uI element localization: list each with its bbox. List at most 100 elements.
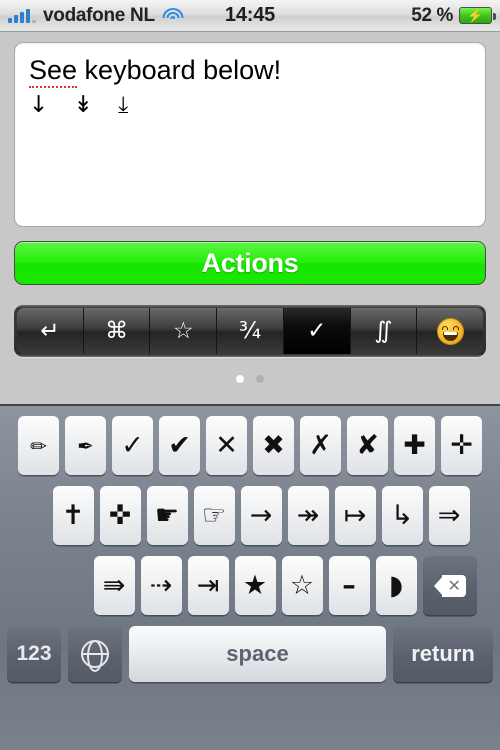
rightwards-arrow-icon: → [249, 500, 273, 531]
white-right-pointing-index-icon: ☞ [201, 500, 227, 531]
heavy-open-centre-cross-icon: ✜ [108, 500, 132, 531]
space-key-label: space [226, 641, 289, 666]
rightwards-arrow-to-bar-icon: ⇥ [196, 570, 220, 601]
globe-icon [81, 640, 109, 668]
return-key-label: return [411, 641, 475, 666]
white-right-pointing-index-key[interactable]: ☞ [193, 486, 235, 545]
status-bar-left: vodafone NL [8, 5, 184, 27]
command-symbol: ⌘ [105, 317, 129, 344]
battery-charging-icon: ⚡ [459, 7, 496, 24]
downwards-arrow-tip-rightwards-key[interactable]: ↳ [381, 486, 423, 545]
symbol-segmented-control: ↵ ⌘ ☆ ¾ ✓ ∬ [14, 305, 486, 357]
text-line-2-symbols: ↓ ↡ ⤓ [29, 92, 138, 119]
delete-backspace-icon: ✕ [433, 574, 466, 597]
check-mark-icon: ✓ [121, 430, 144, 461]
open-centre-cross-icon: ✛ [450, 430, 473, 461]
actions-button-label: Actions [201, 247, 299, 278]
status-bar-right: 52 % ⚡ [411, 4, 496, 27]
rightwards-triple-arrow-icon: ⇛ [102, 570, 126, 601]
segment-star-outline[interactable]: ☆ [150, 308, 218, 354]
pencil-key[interactable]: ✏ [18, 416, 59, 475]
battery-percentage: 52 % [411, 4, 453, 26]
pen-nib-key[interactable]: ✒ [65, 416, 106, 475]
rightwards-arrow-to-bar-key[interactable]: ⇥ [187, 556, 229, 615]
rightwards-double-arrow-key[interactable]: ⇒ [428, 486, 470, 545]
segment-emoji[interactable] [417, 308, 484, 354]
status-bar: vodafone NL 14:45 52 % ⚡ [0, 0, 500, 32]
pencil-icon: ✏ [30, 433, 47, 458]
black-star-key[interactable]: ★ [234, 556, 276, 615]
heavy-open-centre-cross-key[interactable]: ✜ [99, 486, 141, 545]
black-right-pointing-index-key[interactable]: ☛ [146, 486, 188, 545]
segment-command[interactable]: ⌘ [83, 308, 151, 354]
actions-button[interactable]: Actions [14, 241, 486, 285]
rightwards-triple-arrow-key[interactable]: ⇛ [93, 556, 135, 615]
text-input-area[interactable]: See keyboard below! ↓ ↡ ⤓ [14, 42, 486, 227]
numeric-keyboard-label: 123 [16, 642, 52, 665]
cellular-signal-icon [8, 8, 36, 23]
black-right-pointing-index-icon: ☛ [154, 500, 180, 531]
custom-symbol-keyboard: ✏ ✒ ✓ ✔ ✕ ✖ ✗ ✘ ✚ ✛ ✝ ✜ ☛ ☞ → ↠ ↦ ↳ ⇒ ⇛ … [0, 404, 500, 750]
heavy-check-mark-icon: ✔ [168, 430, 191, 461]
segment-double-integral[interactable]: ∬ [350, 308, 418, 354]
page-dot-1[interactable] [236, 375, 244, 383]
heavy-multiplication-x-key[interactable]: ✖ [253, 416, 294, 475]
star-outline-symbol: ☆ [172, 317, 194, 344]
globe-key[interactable] [68, 626, 122, 682]
keyboard-row-3: ⇛ ⇢ ⇥ ★ ☆ – ◗ ✕ [0, 556, 500, 615]
app-root: vodafone NL 14:45 52 % ⚡ See keyboard be… [0, 0, 500, 750]
three-quarters-fraction-symbol: ¾ [238, 317, 262, 344]
black-star-icon: ★ [242, 570, 268, 601]
heavy-greek-cross-icon: ✚ [403, 430, 426, 461]
multiplication-x-key[interactable]: ✕ [206, 416, 247, 475]
rightwards-dashed-arrow-icon: ⇢ [149, 570, 173, 601]
rightwards-dashed-arrow-key[interactable]: ⇢ [140, 556, 182, 615]
pen-nib-icon: ✒ [77, 433, 94, 458]
segment-carriage-return[interactable]: ↵ [17, 308, 84, 354]
heavy-ballot-x-key[interactable]: ✘ [347, 416, 388, 475]
keyboard-bottom-row: 123 space return [0, 626, 500, 682]
grinning-face-emoji [436, 317, 464, 345]
carriage-return-symbol: ↵ [40, 317, 60, 344]
rightwards-arrow-key[interactable]: → [240, 486, 282, 545]
keyboard-row-1: ✏ ✒ ✓ ✔ ✕ ✖ ✗ ✘ ✚ ✛ [0, 416, 500, 475]
numeric-keyboard-key[interactable]: 123 [7, 626, 61, 682]
right-half-black-circle-icon: ◗ [388, 570, 404, 601]
downwards-arrow-tip-rightwards-icon: ↳ [390, 500, 414, 531]
latin-cross-icon: ✝ [61, 500, 85, 531]
heavy-ballot-x-icon: ✘ [356, 430, 379, 461]
heavy-check-mark-key[interactable]: ✔ [159, 416, 200, 475]
lightning-bolt-icon: ⚡ [467, 8, 484, 23]
page-dot-2[interactable] [256, 375, 264, 383]
heavy-multiplication-x-icon: ✖ [262, 430, 285, 461]
right-half-black-circle-key[interactable]: ◗ [375, 556, 417, 615]
return-key[interactable]: return [393, 626, 493, 682]
wifi-icon [162, 7, 184, 24]
ballot-x-icon: ✗ [309, 430, 332, 461]
latin-cross-key[interactable]: ✝ [52, 486, 94, 545]
keyboard-row-2: ✝ ✜ ☛ ☞ → ↠ ↦ ↳ ⇒ [0, 486, 500, 545]
delete-key[interactable]: ✕ [422, 556, 477, 615]
rightwards-arrow-from-bar-key[interactable]: ↦ [334, 486, 376, 545]
open-centre-cross-key[interactable]: ✛ [441, 416, 482, 475]
rightwards-double-arrow-icon: ⇒ [437, 500, 461, 531]
white-star-icon: ☆ [289, 570, 315, 601]
segment-checkmark[interactable]: ✓ [283, 308, 351, 354]
multiplication-x-icon: ✕ [215, 430, 238, 461]
white-star-key[interactable]: ☆ [281, 556, 323, 615]
segment-fraction[interactable]: ¾ [217, 308, 284, 354]
carrier-name: vodafone NL [43, 4, 155, 26]
en-dash-icon: – [342, 570, 356, 601]
page-indicator [14, 375, 486, 383]
rightwards-arrow-from-bar-icon: ↦ [343, 500, 367, 531]
ballot-x-key[interactable]: ✗ [300, 416, 341, 475]
checkmark-symbol: ✓ [307, 317, 327, 344]
heavy-greek-cross-key[interactable]: ✚ [394, 416, 435, 475]
en-dash-key[interactable]: – [328, 556, 370, 615]
rightwards-two-headed-arrow-icon: ↠ [296, 500, 320, 531]
text-line-1-rest: keyboard below! [77, 55, 282, 85]
space-key[interactable]: space [129, 626, 386, 682]
check-mark-key[interactable]: ✓ [112, 416, 153, 475]
rightwards-two-headed-arrow-key[interactable]: ↠ [287, 486, 329, 545]
text-line-1: See keyboard below! [29, 55, 471, 88]
